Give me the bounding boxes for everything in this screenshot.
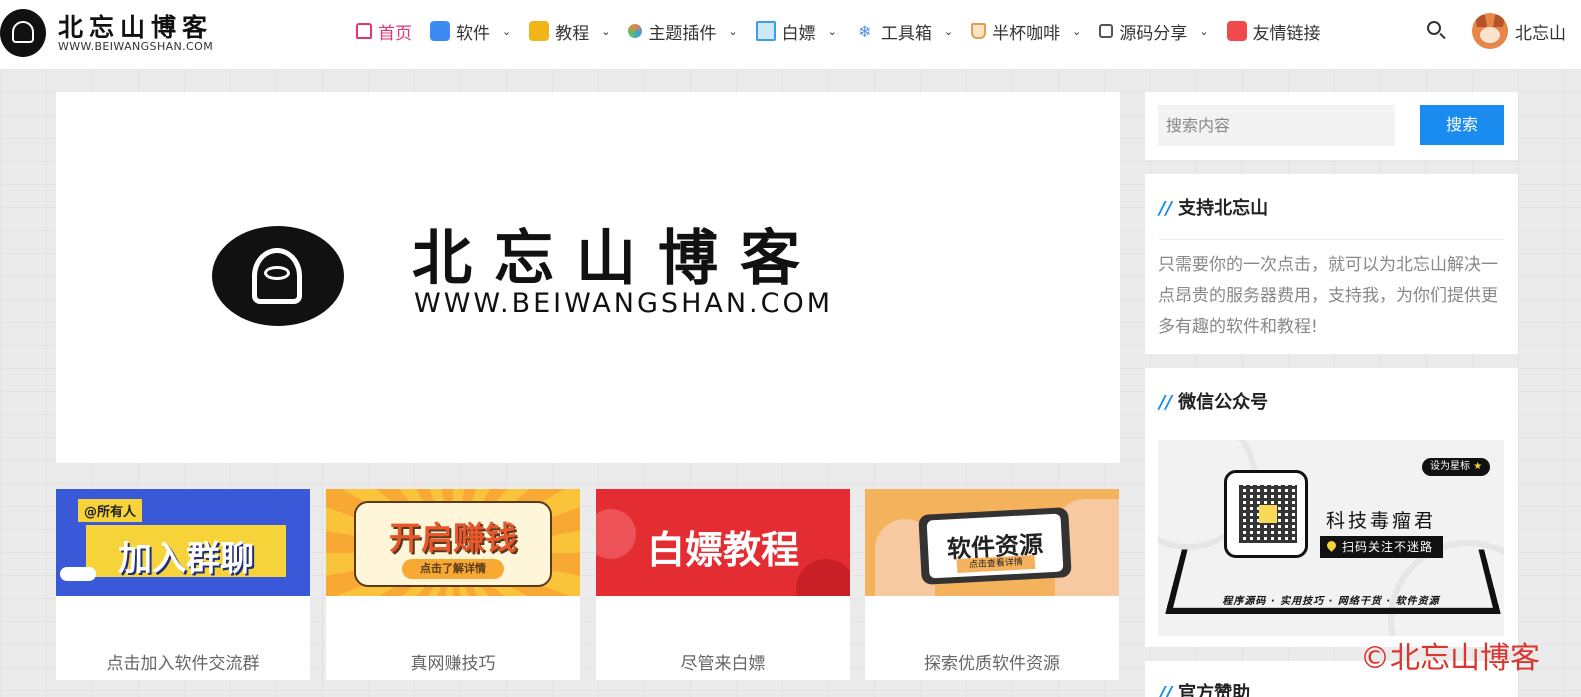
search-icon[interactable] — [1424, 18, 1448, 42]
support-widget: //支持北忘山 只需要你的一次点击，就可以为北忘山解决一点昂贵的服务器费用，支持… — [1145, 174, 1518, 354]
code-icon — [1099, 24, 1114, 38]
copyright-watermark: ©北忘山博客 — [1360, 641, 1540, 676]
nav-label: 源码分享 — [1119, 23, 1188, 44]
widget-title: //微信公众号 — [1159, 392, 1269, 413]
card-image-text: 白嫖教程 — [646, 528, 799, 572]
widget-title: //支持北忘山 — [1159, 198, 1269, 219]
nav-item-toolbox[interactable]: ❄ 工具箱 ⌄ — [855, 0, 953, 62]
nav-label: 半杯咖啡 — [992, 23, 1061, 44]
nav-label: 主题插件 — [648, 23, 717, 44]
qr-code-icon — [1239, 485, 1297, 543]
nav-item-source-code[interactable]: 源码分享 ⌄ — [1099, 0, 1209, 62]
card-caption[interactable]: 点击加入软件交流群 — [56, 649, 310, 674]
hero-banner[interactable]: 北忘山博客 WWW.BEIWANGSHAN.COM — [56, 92, 1120, 463]
astronaut-logo-icon — [212, 226, 344, 326]
slash-icon: // — [1159, 392, 1173, 413]
network-icon: ❄ — [858, 21, 872, 41]
apps-icon — [430, 21, 450, 41]
nav-label: 软件 — [456, 23, 490, 44]
banner-title: 北忘山博客 — [412, 224, 822, 294]
site-logo-url: WWW.BEIWANGSHAN.COM — [58, 40, 214, 53]
nav-item-tutorials[interactable]: 教程 ⌄ — [529, 0, 610, 62]
palette-icon — [628, 24, 643, 38]
nav-item-links[interactable]: 友情链接 — [1226, 0, 1321, 62]
search-button[interactable]: 搜索 — [1420, 105, 1504, 145]
card-image-text: 开启赚钱 — [388, 519, 517, 557]
divider — [1159, 239, 1504, 240]
site-logo-title[interactable]: 北忘山博客 — [58, 8, 213, 44]
avatar[interactable] — [1472, 13, 1508, 49]
chevron-down-icon[interactable]: ⌄ — [728, 25, 737, 38]
nav-item-software[interactable]: 软件 ⌄ — [430, 0, 511, 62]
card-image-button: 点击了解详情 — [402, 559, 504, 579]
chevron-down-icon[interactable]: ⌄ — [828, 25, 837, 38]
wechat-footer-text: 程序源码 · 实用技巧 · 网络干货 · 软件资源 — [1222, 596, 1440, 607]
link-icon — [1226, 21, 1247, 41]
card-image: 开启赚钱 点击了解详情 — [326, 489, 580, 596]
cloud-icon — [60, 567, 96, 581]
wechat-qr-image: 设为星标 ★ 科技毒瘤君 扫码关注不迷路 程序源码 · 实用技巧 · 网络干货 … — [1158, 440, 1504, 636]
nav-label: 首页 — [378, 23, 412, 44]
main-nav: 首页 软件 ⌄ 教程 ⌄ 主题插件 ⌄ 白嫖 ⌄ ❄ 工具箱 ⌄ 半杯咖啡 ⌄ … — [356, 0, 1339, 62]
nav-item-home[interactable]: 首页 — [356, 0, 412, 62]
wechat-account-name: 科技毒瘤君 — [1326, 510, 1437, 532]
nav-item-coffee[interactable]: 半杯咖啡 ⌄ — [971, 0, 1081, 62]
card-image: @所有人 加入群聊 — [56, 489, 310, 596]
star-badge: 设为星标 ★ — [1422, 458, 1491, 476]
star-icon: ★ — [1473, 461, 1483, 472]
chevron-down-icon[interactable]: ⌄ — [502, 25, 511, 38]
top-header: 北忘山博客 WWW.BEIWANGSHAN.COM 首页 软件 ⌄ 教程 ⌄ 主… — [0, 0, 1581, 70]
chevron-down-icon[interactable]: ⌄ — [1199, 25, 1208, 38]
card-image-button: 点击查看详情 — [956, 554, 1036, 574]
nav-item-themes[interactable]: 主题插件 ⌄ — [628, 0, 738, 62]
promo-card-freebie-tutorials[interactable]: 白嫖教程 尽管来白嫖 — [596, 489, 850, 680]
nav-label: 友情链接 — [1252, 23, 1321, 44]
card-image-tag: @所有人 — [78, 499, 143, 522]
sidebar-search-widget: 搜索 — [1145, 92, 1518, 160]
widget-title: //官方赞助 — [1159, 679, 1250, 697]
nav-label: 白嫖 — [781, 23, 816, 44]
chevron-down-icon[interactable]: ⌄ — [1072, 25, 1081, 38]
nav-label: 工具箱 — [880, 23, 932, 44]
monitor-icon — [755, 21, 776, 41]
card-image: 白嫖教程 — [596, 489, 850, 596]
slash-icon: // — [1159, 683, 1173, 697]
support-text: 只需要你的一次点击，就可以为北忘山解决一点昂贵的服务器费用，支持我，为你们提供更… — [1158, 255, 1498, 337]
card-caption[interactable]: 尽管来白嫖 — [596, 649, 850, 674]
chevron-down-icon[interactable]: ⌄ — [601, 25, 610, 38]
nav-label: 教程 — [555, 23, 590, 44]
promo-card-earn-money[interactable]: 开启赚钱 点击了解详情 真网赚技巧 — [326, 489, 580, 680]
chevron-down-icon[interactable]: ⌄ — [944, 25, 953, 38]
card-caption[interactable]: 探索优质软件资源 — [865, 649, 1119, 674]
coffee-icon — [971, 23, 987, 39]
book-icon — [529, 21, 550, 41]
wechat-widget: //微信公众号 设为星标 ★ 科技毒瘤君 扫码关注不迷路 程序源码 · 实用技巧… — [1145, 368, 1518, 647]
user-name[interactable]: 北忘山 — [1515, 19, 1566, 44]
site-logo-icon[interactable] — [0, 9, 46, 57]
promo-card-group-chat[interactable]: @所有人 加入群聊 点击加入软件交流群 — [56, 489, 310, 680]
home-icon — [356, 23, 372, 39]
card-caption[interactable]: 真网赚技巧 — [326, 649, 580, 674]
nav-item-freebies[interactable]: 白嫖 ⌄ — [755, 0, 837, 62]
search-input[interactable] — [1158, 105, 1395, 146]
card-image-text: 加入群聊 — [118, 539, 254, 579]
slash-icon: // — [1159, 198, 1173, 219]
card-image: 软件资源 点击查看详情 — [865, 489, 1119, 596]
phone-icon: 软件资源 点击查看详情 — [918, 507, 1072, 585]
banner-url: WWW.BEIWANGSHAN.COM — [414, 288, 834, 319]
promo-card-software-resources[interactable]: 软件资源 点击查看详情 探索优质软件资源 — [865, 489, 1119, 680]
qr-code-frame — [1224, 470, 1308, 558]
